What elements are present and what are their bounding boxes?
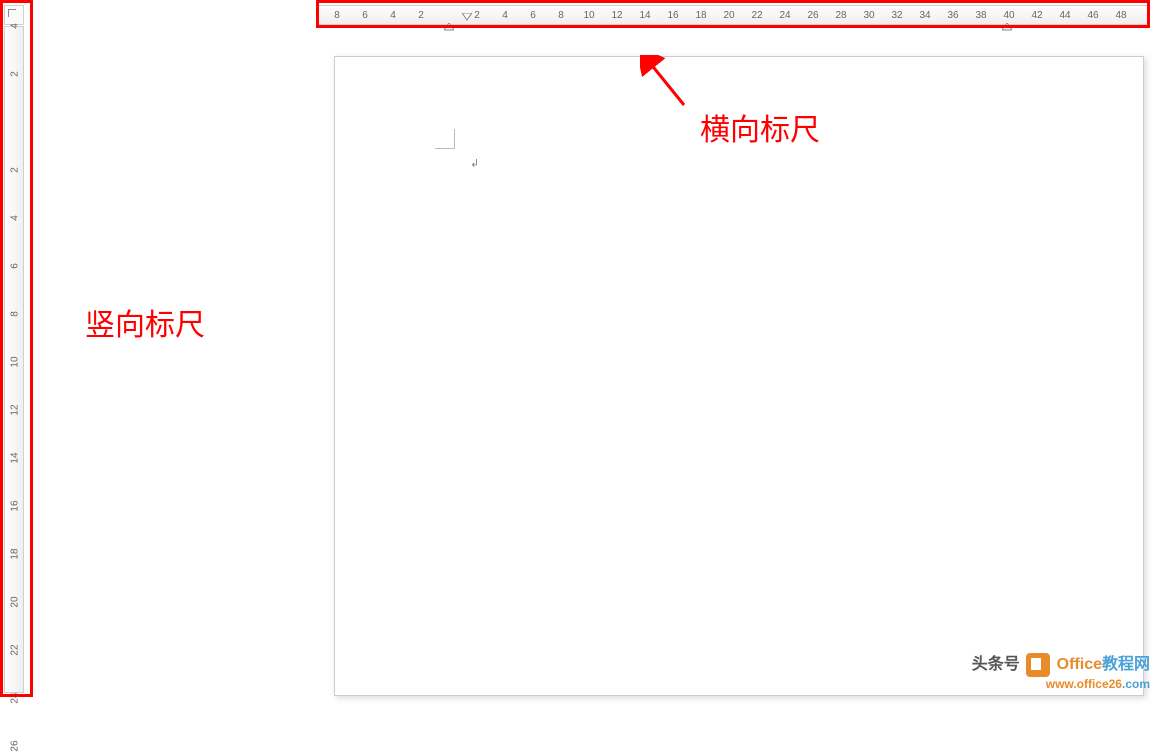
vertical-ruler-label: 竖向标尺 bbox=[85, 300, 205, 344]
v-ruler-tick: 26 bbox=[10, 739, 21, 753]
horizontal-ruler-highlight-box bbox=[316, 0, 1150, 28]
watermark-prefix: 头条号 bbox=[972, 656, 1020, 673]
arrow-icon bbox=[640, 55, 690, 116]
watermark-brand1: Office bbox=[1057, 656, 1102, 673]
paragraph-mark-icon: ↲ bbox=[470, 157, 479, 170]
watermark-brand2: 教程网 bbox=[1102, 656, 1150, 673]
watermark: 头条号 Office教程网 www.office26.com bbox=[972, 650, 1150, 691]
document-page[interactable]: ↲ bbox=[334, 56, 1144, 696]
horizontal-ruler-label: 横向标尺 bbox=[700, 105, 820, 149]
margin-corner-top-left bbox=[435, 129, 455, 149]
vertical-ruler-highlight-box bbox=[0, 0, 33, 697]
watermark-url: www.office26.com bbox=[972, 677, 1150, 691]
office-logo-icon bbox=[1026, 653, 1050, 677]
